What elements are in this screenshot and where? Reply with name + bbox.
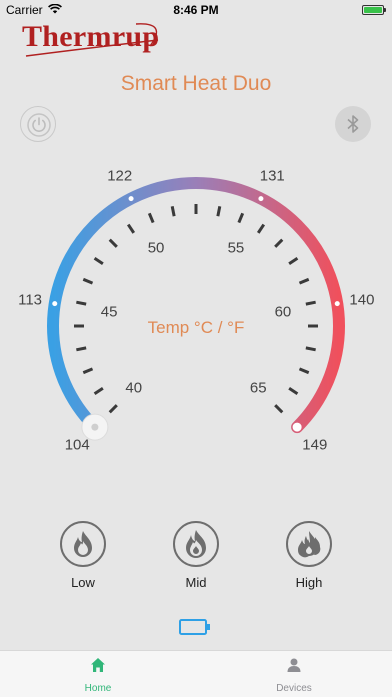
flame-high-icon — [286, 521, 332, 567]
gauge-tick — [82, 367, 94, 375]
fahrenheit-label-122: 122 — [107, 167, 133, 185]
gauge-marker-dot — [128, 196, 134, 202]
gauge-tick — [76, 346, 87, 352]
gauge-tick — [256, 223, 266, 234]
mode-low-button[interactable]: Low — [48, 521, 118, 590]
gauge-tick — [274, 404, 284, 414]
gauge-marker-dot — [258, 196, 264, 202]
gauge-tick — [76, 300, 87, 306]
gauge-tick — [126, 223, 136, 234]
flame-low-icon — [60, 521, 106, 567]
celsius-label-60: 60 — [274, 303, 292, 321]
gauge-tick — [108, 404, 118, 414]
gauge-tick — [288, 386, 299, 396]
mode-mid-label: Mid — [185, 575, 207, 590]
gauge-tick — [93, 256, 104, 266]
gauge-tick — [298, 367, 310, 375]
gauge-knob-center — [91, 423, 99, 431]
temperature-gauge[interactable] — [0, 0, 392, 696]
flame-mid-icon — [173, 521, 219, 567]
gauge-center-label: Temp °C / °F — [147, 318, 245, 337]
mode-mid-button[interactable]: Mid — [161, 521, 231, 590]
celsius-label-40: 40 — [125, 379, 143, 397]
gauge-tick — [274, 238, 284, 248]
gauge-tick — [93, 386, 104, 396]
gauge-marker-dot — [52, 301, 58, 307]
gauge-tick — [216, 206, 222, 217]
gauge-tick — [170, 206, 176, 217]
mode-low-label: Low — [71, 575, 95, 590]
tab-devices-label: Devices — [276, 683, 312, 694]
device-battery-icon — [179, 619, 210, 635]
gauge-tick — [82, 277, 94, 285]
gauge-tick — [108, 238, 118, 248]
fahrenheit-label-104: 104 — [64, 436, 90, 454]
person-icon — [287, 658, 301, 672]
tab-devices[interactable]: Devices — [224, 651, 364, 697]
tab-bar: Home Devices — [0, 650, 392, 697]
gauge-tick — [305, 346, 316, 352]
fahrenheit-label-131: 131 — [259, 167, 285, 185]
mode-high-label: High — [295, 575, 323, 590]
gauge-tick — [237, 212, 245, 224]
gauge-tick — [147, 212, 155, 224]
mode-high-button[interactable]: High — [274, 521, 344, 590]
home-icon — [91, 658, 105, 672]
fahrenheit-label-140: 140 — [349, 291, 375, 309]
gauge-marker-dot — [334, 301, 340, 307]
celsius-label-65: 65 — [249, 379, 267, 397]
gauge-tick — [305, 300, 316, 306]
fahrenheit-label-113: 113 — [18, 291, 43, 309]
fahrenheit-label-149: 149 — [302, 436, 328, 454]
tab-home-label: Home — [84, 683, 112, 694]
gauge-arc — [47, 177, 345, 434]
celsius-label-55: 55 — [227, 239, 245, 257]
gauge-tick — [288, 256, 299, 266]
gauge-tick — [298, 277, 310, 285]
gauge-end-dot — [292, 422, 302, 432]
celsius-label-50: 50 — [147, 239, 165, 257]
celsius-label-45: 45 — [100, 303, 118, 321]
tab-home[interactable]: Home — [28, 651, 168, 697]
